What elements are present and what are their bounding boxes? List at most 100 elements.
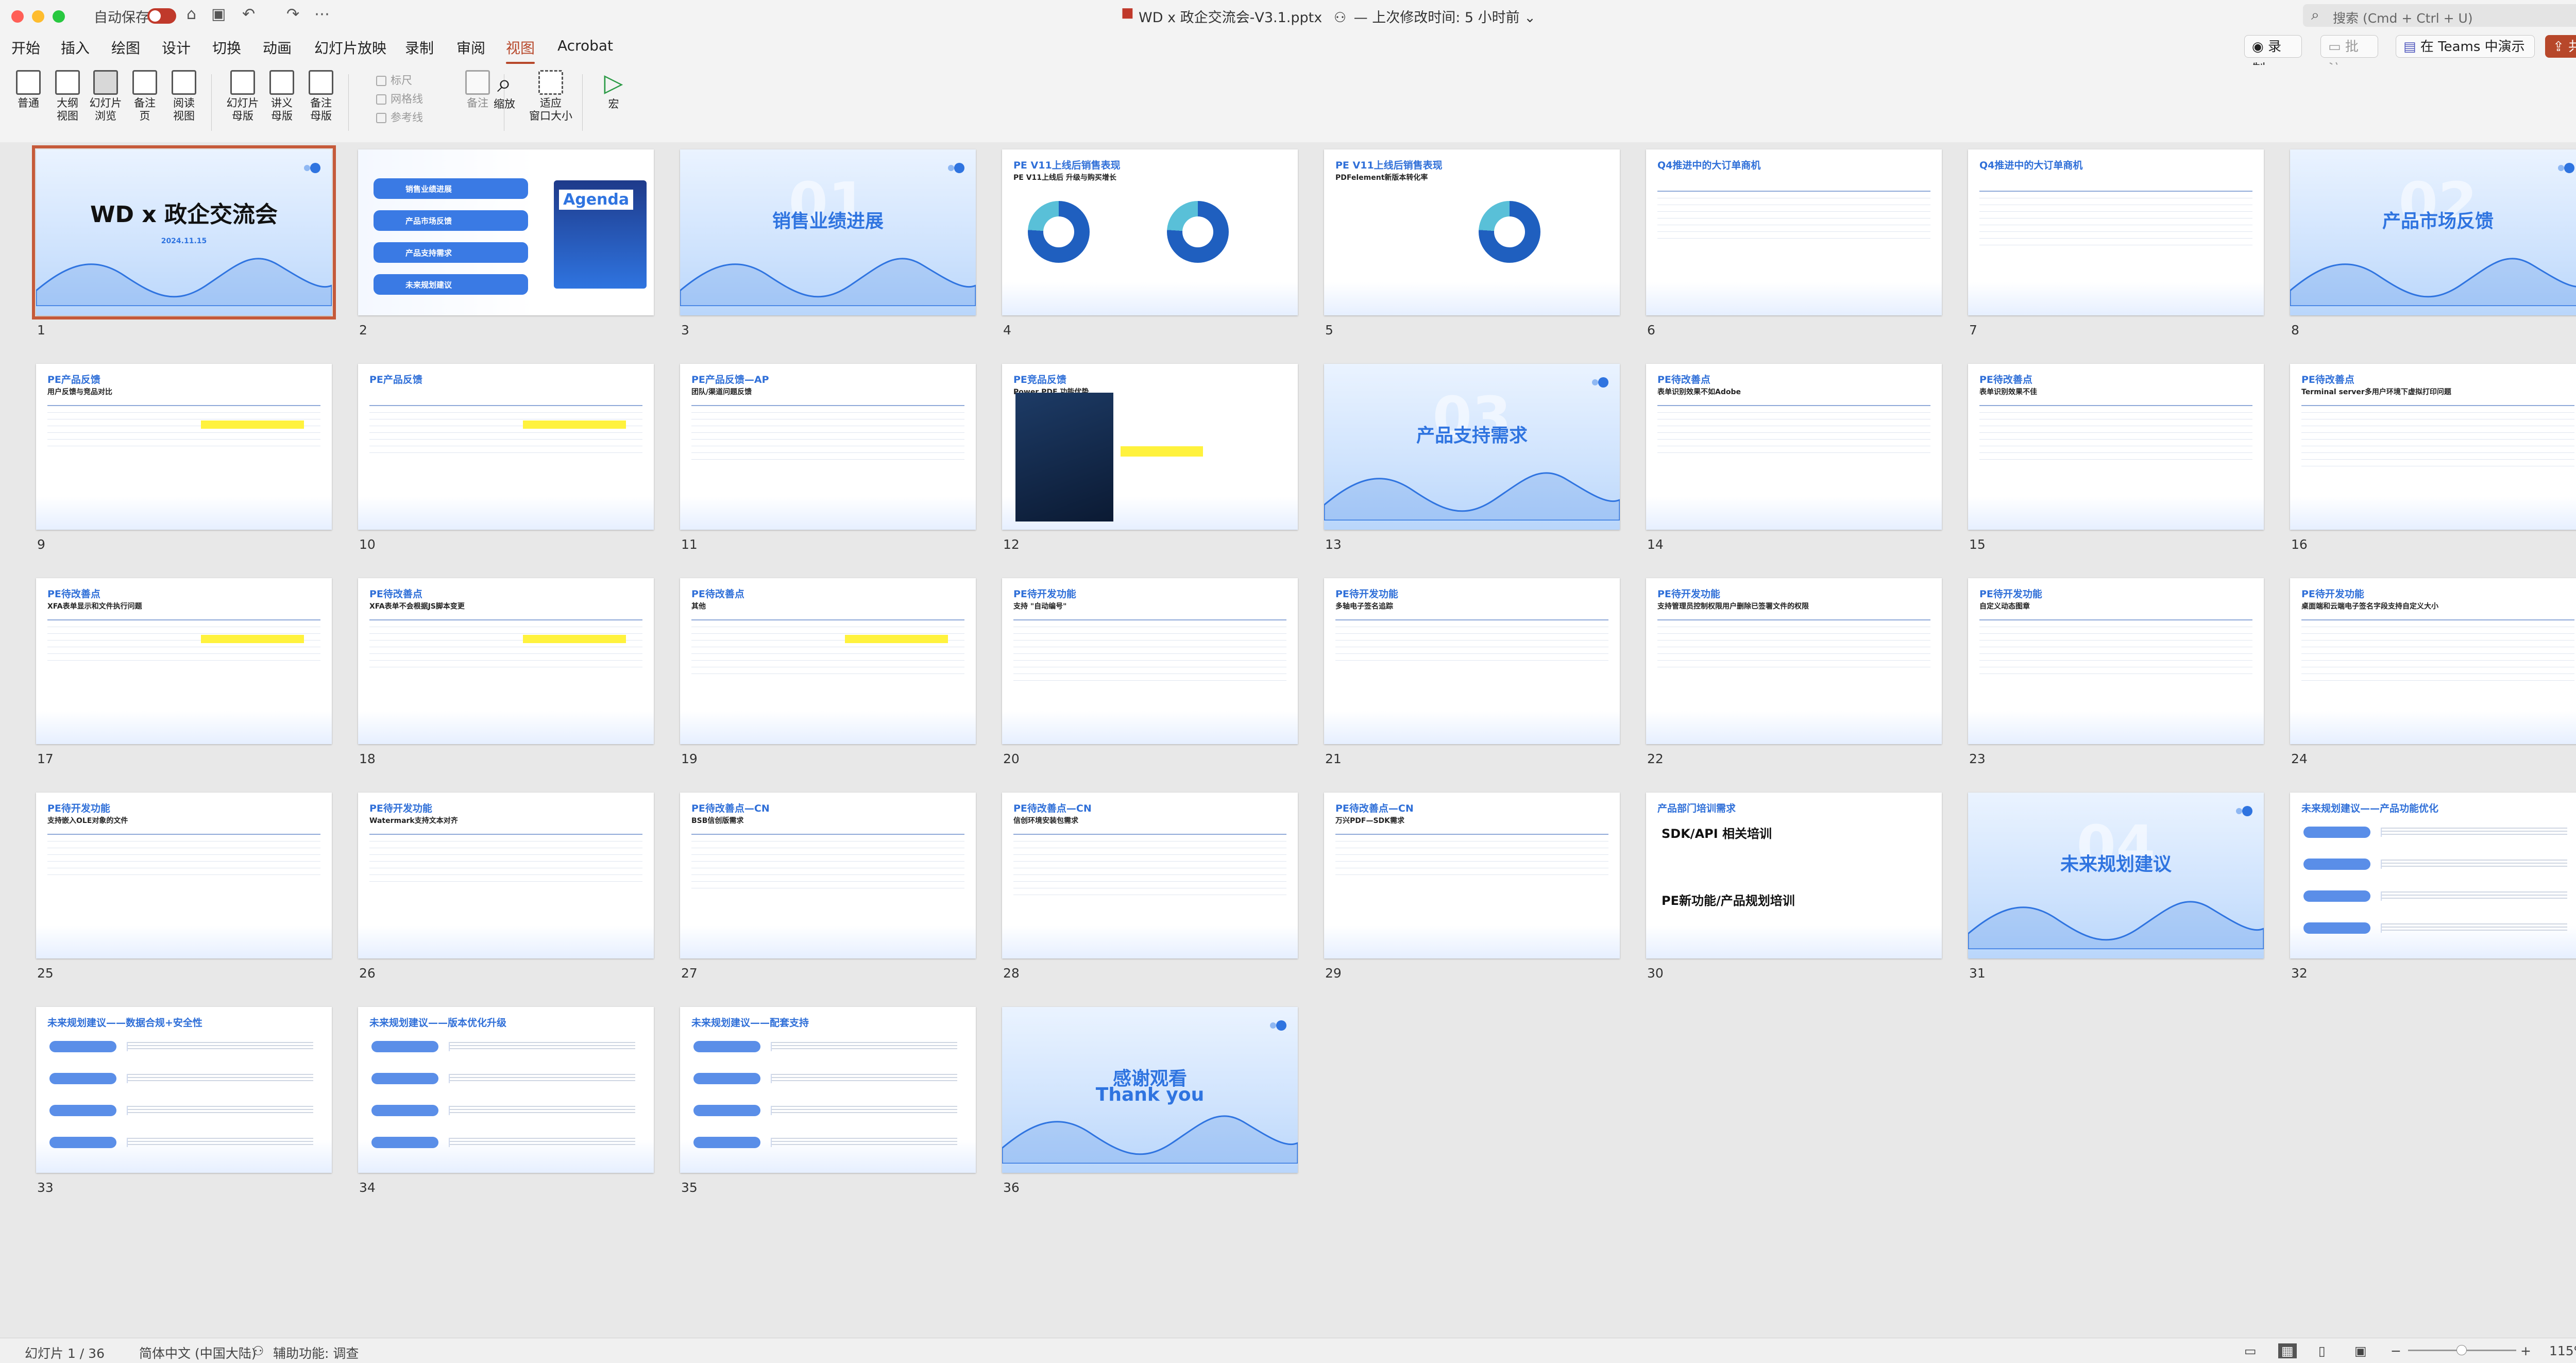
tab-view[interactable]: 视图 [506, 37, 535, 64]
home-icon[interactable]: ⌂ [187, 5, 196, 23]
slide-thumbnail[interactable]: 未来规划建议——数据合规+安全性 [36, 1007, 332, 1173]
language-indicator[interactable]: 简体中文 (中国大陆) [139, 1343, 256, 1362]
slide-thumbnail[interactable]: PE待开发功能 自定义动态图章 [1968, 578, 2264, 744]
macros-button[interactable]: ▷ 宏 [595, 70, 633, 111]
slide-thumbnail[interactable]: 产品部门培训需求 SDK/API 相关培训 PE新功能/产品规划培训 [1646, 793, 1942, 958]
slide-thumbnail[interactable]: PE产品反馈—AP 团队/渠道问题反馈 [680, 364, 976, 530]
comments-button[interactable]: ▭ 批注 [2320, 35, 2378, 77]
table-row [2301, 661, 2574, 667]
minimize-window-button[interactable] [32, 10, 44, 23]
reading-view-icon[interactable]: ▯ [2318, 1343, 2326, 1358]
tab-home[interactable]: 开始 [11, 37, 40, 58]
guides-checkbox[interactable]: 参考线 [376, 109, 423, 125]
tab-record[interactable]: 录制 [405, 37, 434, 58]
slide-thumbnail[interactable]: PE待改善点 其他 [680, 578, 976, 744]
slide-thumbnail[interactable]: PE待开发功能 支持管理员控制权限用户删除已签署文件的权限 [1646, 578, 1942, 744]
slide-thumbnail[interactable]: 02 产品市场反馈 [2290, 149, 2576, 315]
slide-thumbnail[interactable]: PE待改善点—CN BSB信创版需求 [680, 793, 976, 958]
slide-thumbnail[interactable]: 感谢观看 Thank you [1002, 1007, 1298, 1173]
save-icon[interactable]: ▣ [211, 5, 226, 23]
more-icon[interactable]: ⋯ [314, 5, 330, 23]
chevron-down-icon[interactable]: ⌄ [1524, 10, 1536, 26]
slide-number: 23 [1969, 751, 1986, 766]
autosave-toggle[interactable] [147, 8, 176, 24]
slide-thumbnail[interactable]: PE待改善点—CN 信创环境安装包需求 [1002, 793, 1298, 958]
slide-subtitle: 桌面端和云端电子签名字段支持自定义大小 [2301, 602, 2438, 611]
slide-number: 29 [1325, 966, 1342, 981]
tab-animations[interactable]: 动画 [263, 37, 292, 58]
slide-thumbnail[interactable]: 03 产品支持需求 [1324, 364, 1620, 530]
slide-thumbnail[interactable]: PE待改善点 XFA表单不会根据JS脚本变更 [358, 578, 654, 744]
slide-thumbnail[interactable]: PE待改善点—CN 万兴PDF—SDK需求 [1324, 793, 1620, 958]
zoom-slider-thumb[interactable] [2456, 1345, 2467, 1355]
tab-slideshow[interactable]: 幻灯片放映 [314, 37, 386, 58]
slide-thumbnail[interactable]: PE产品反馈 用户反馈与竞品对比 [36, 364, 332, 530]
zoom-level[interactable]: 115% [2549, 1343, 2576, 1358]
tab-draw[interactable]: 绘图 [111, 37, 140, 58]
slide-thumbnail[interactable]: Q4推进中的大订单商机 [1968, 149, 2264, 315]
slide-thumbnail[interactable]: 未来规划建议——产品功能优化 [2290, 793, 2576, 958]
zoom-out-icon[interactable]: − [2391, 1343, 2401, 1358]
slide-thumbnail[interactable]: PE待改善点 XFA表单显示和文件执行问题 [36, 578, 332, 744]
gridlines-checkbox[interactable]: 网格线 [376, 91, 423, 106]
slideshow-icon[interactable]: ▣ [2354, 1343, 2367, 1358]
slide-thumbnail[interactable]: 未来规划建议——版本优化升级 [358, 1007, 654, 1173]
slide-thumbnail[interactable]: 未来规划建议——配套支持 [680, 1007, 976, 1173]
slide-thumbnail[interactable]: 销售业绩进展 产品市场反馈 产品支持需求 未来规划建议 Agenda [358, 149, 654, 315]
present-in-teams-button[interactable]: ▤ 在 Teams 中演示 [2396, 35, 2535, 58]
accessibility-status[interactable]: 辅助功能: 调查 [273, 1343, 359, 1362]
slide-thumbnail[interactable]: PE产品反馈 [358, 364, 654, 530]
slide-thumbnail[interactable]: PE V11上线后销售表现 PE V11上线后 升级与购买增长 [1002, 149, 1298, 315]
slide-thumbnail[interactable]: PE待开发功能 Watermark支持文本对齐 [358, 793, 654, 958]
slide-thumbnail[interactable]: PE待开发功能 桌面端和云端电子签名字段支持自定义大小 [2290, 578, 2576, 744]
tab-design[interactable]: 设计 [162, 37, 191, 58]
slide-thumbnail[interactable]: PE待开发功能 多轴电子签名追踪 [1324, 578, 1620, 744]
zoom-window-button[interactable] [53, 10, 65, 23]
search-placeholder: 搜索 (Cmd + Ctrl + U) [2333, 11, 2473, 26]
normal-view-icon[interactable]: ▭ [2244, 1343, 2257, 1358]
slide-thumbnail[interactable]: PE待改善点 Terminal server多用户环境下虚拟打印问题 [2290, 364, 2576, 530]
slide-thumbnail[interactable]: PE待开发功能 支持嵌入OLE对象的文件 [36, 793, 332, 958]
ruler-checkbox[interactable]: 标尺 [376, 72, 412, 88]
record-button[interactable]: ◉ 录制 [2244, 35, 2302, 77]
slide-thumbnail[interactable]: PE V11上线后销售表现 PDFelement新版本转化率 [1324, 149, 1620, 315]
reading-view-button[interactable]: 阅读 视图 [165, 70, 203, 123]
fit-window-button[interactable]: 适应 窗口大小 [528, 70, 574, 123]
slide-master-button[interactable]: 幻灯片 母版 [224, 70, 262, 123]
slide-heading: PE新功能/产品规划培训 [1662, 894, 1795, 908]
slide-thumbnail[interactable]: 04 未来规划建议 [1968, 793, 2264, 958]
slide-number: 3 [681, 323, 689, 338]
table-row [369, 868, 642, 875]
redo-icon[interactable]: ↷ [286, 5, 299, 23]
notes-page-button[interactable]: 备注 页 [126, 70, 164, 123]
tab-acrobat[interactable]: Acrobat [557, 37, 613, 54]
slide-thumbnail[interactable]: PE待开发功能 支持 "自动编号" [1002, 578, 1298, 744]
undo-icon[interactable]: ↶ [242, 5, 255, 23]
zoom-in-icon[interactable]: + [2520, 1343, 2531, 1358]
share-button[interactable]: ⇪ 共享 ⌄ [2545, 35, 2576, 58]
close-window-button[interactable] [11, 10, 24, 23]
tab-review[interactable]: 审阅 [456, 37, 485, 58]
table-row [1979, 627, 2252, 634]
slide-number: 7 [1969, 323, 1977, 338]
tab-insert[interactable]: 插入 [61, 37, 90, 58]
notes-master-button[interactable]: 备注 母版 [302, 70, 340, 123]
slide-sorter-icon[interactable]: ▦ [2278, 1343, 2297, 1358]
slide-thumbnail[interactable]: 01 销售业绩进展 [680, 149, 976, 315]
table-row [2301, 419, 2574, 426]
handout-master-button[interactable]: 讲义 母版 [263, 70, 301, 123]
slide-number: 14 [1647, 537, 1664, 552]
tab-transitions[interactable]: 切换 [212, 37, 241, 58]
zoom-button[interactable]: ⌕ 缩放 [485, 70, 523, 111]
slide-thumbnail[interactable]: PE待改善点 表单识别效果不如Adobe [1646, 364, 1942, 530]
slide-thumbnail[interactable]: Q4推进中的大订单商机 [1646, 149, 1942, 315]
slide-sorter-button[interactable]: 幻灯片 浏览 [87, 70, 125, 123]
slide-thumbnail[interactable]: PE待改善点 表单识别效果不佳 [1968, 364, 2264, 530]
table-row [1979, 667, 2252, 674]
search-input[interactable]: ⌕ 搜索 (Cmd + Ctrl + U) [2303, 4, 2576, 27]
normal-view-button[interactable]: 普通 [9, 70, 47, 110]
slide-thumbnail[interactable]: PE竞品反馈 Power PDF 功能优势 [1002, 364, 1298, 530]
slide-thumbnail[interactable]: WD x 政企交流会 2024.11.15 [32, 145, 336, 319]
table-row [1013, 848, 1286, 855]
outline-view-button[interactable]: 大纲 视图 [48, 70, 87, 123]
